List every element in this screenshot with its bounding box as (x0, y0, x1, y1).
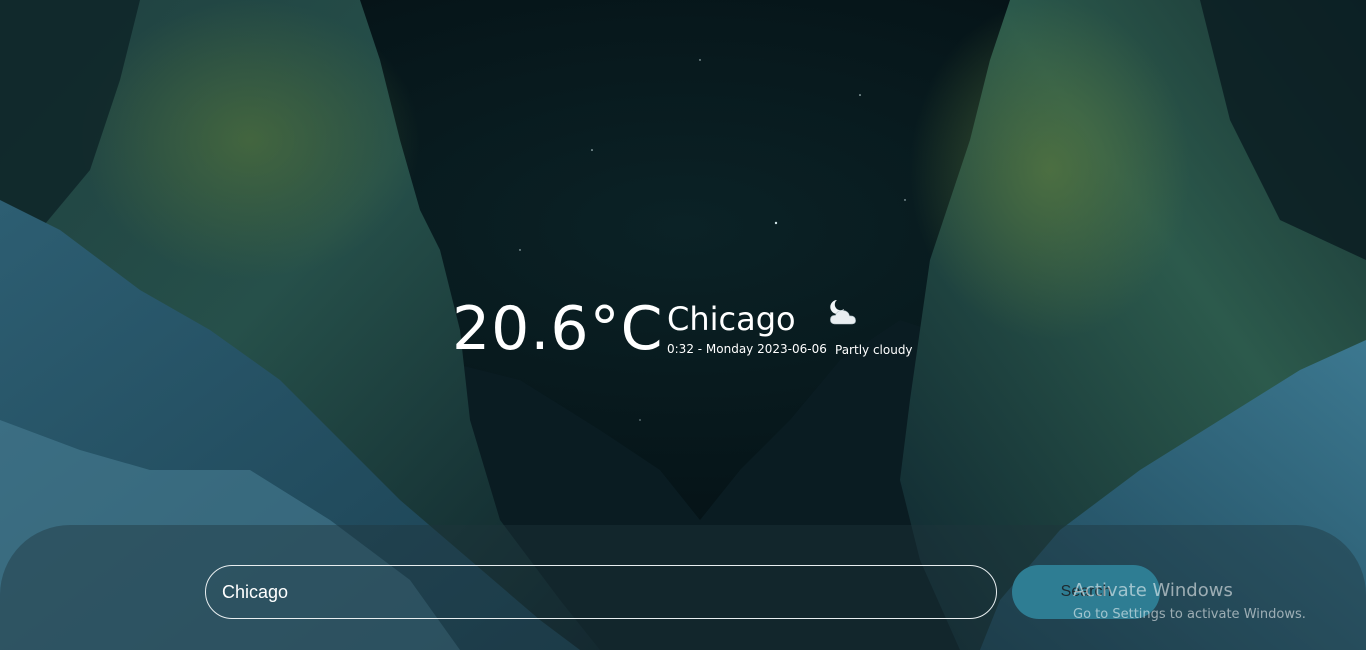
partly-cloudy-night-icon (830, 300, 856, 325)
search-button[interactable]: Search (1012, 565, 1160, 619)
condition-text: Partly cloudy (835, 343, 913, 357)
city-name: Chicago (667, 300, 796, 338)
city-search-input[interactable] (205, 565, 997, 619)
temperature: 20.6°C (452, 294, 664, 364)
date-time: 0:32 - Monday 2023-06-06 (667, 342, 827, 356)
